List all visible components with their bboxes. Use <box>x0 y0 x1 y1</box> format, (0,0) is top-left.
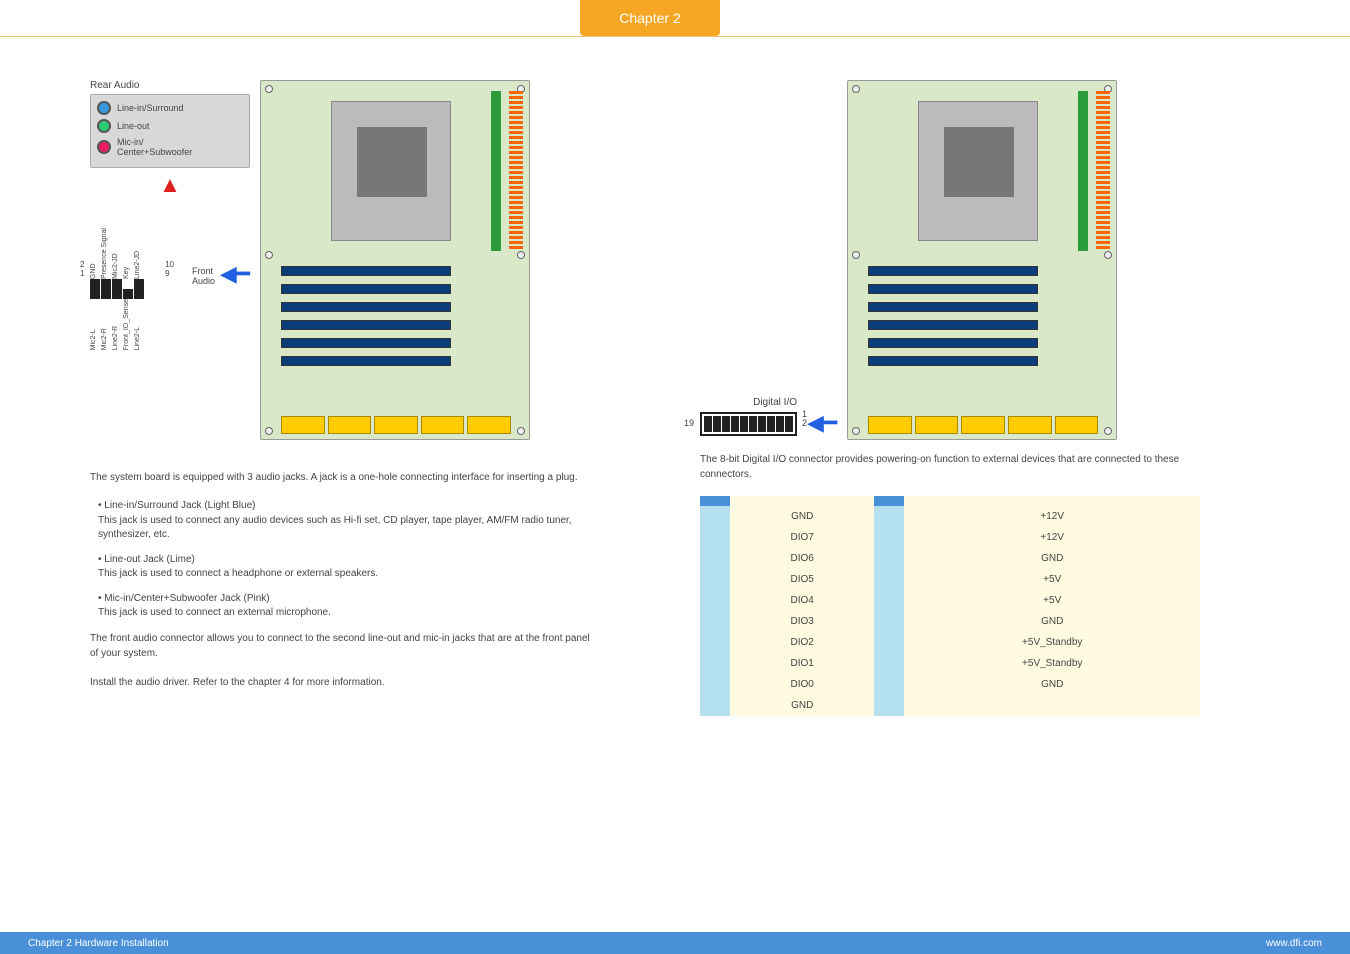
motherboard-diagram <box>260 80 530 440</box>
page-footer: Chapter 2 Hardware Installation www.dfi.… <box>0 932 1350 954</box>
jack-lineout-row: Line-out <box>97 119 243 133</box>
bullet-linein-title: Line-in/Surround Jack (Light Blue) <box>104 500 255 511</box>
bullet-linein-body: This jack is used to connect any audio d… <box>98 515 572 541</box>
cpu-socket-icon <box>331 101 451 241</box>
fa-pin-row-bot <box>90 289 160 299</box>
jack-micin-row: Mic-in/ Center+Subwoofer <box>97 137 243 157</box>
dimm-icon <box>1078 91 1088 251</box>
dio-diagram-wrap: Digital I/O 19 1 2 ◀━ <box>700 80 1200 440</box>
fa-num-9: 9 <box>165 269 174 278</box>
rear-audio-box: Rear Audio Line-in/Surround Line-out Mic… <box>90 80 250 350</box>
pci-slots-icon <box>281 266 451 416</box>
table-row: DIO4+5V <box>700 590 1200 611</box>
motherboard-diagram <box>847 80 1117 440</box>
rear-audio-title: Rear Audio <box>90 80 250 91</box>
fa-pin-mic2r: Mic2-R <box>101 299 111 350</box>
jack-linein-icon <box>97 101 111 115</box>
list-item: Line-out Jack (Lime) This jack is used to… <box>98 553 590 582</box>
ram-slots-icon <box>1096 91 1110 251</box>
dio-connector-box: Digital I/O 19 1 2 <box>700 397 797 440</box>
fa-pin-frontio: Front_IO_Sense <box>123 299 133 350</box>
fa-labels-top: GND Presence Signal Mic2-JD Key Line2-JD <box>90 228 160 279</box>
fa-pin-presence: Presence Signal <box>101 228 111 279</box>
fa-num-2: 2 <box>80 260 84 269</box>
table-row: DIO6GND <box>700 548 1200 569</box>
bullet-micin-body: This jack is used to connect an external… <box>98 607 331 618</box>
front-audio-connector: GND Presence Signal Mic2-JD Key Line2-JD… <box>90 228 160 350</box>
ram-slots-icon <box>509 91 523 251</box>
fa-pin-line2jd: Line2-JD <box>134 228 144 279</box>
fa-pin-line2r: Line2-R <box>112 299 122 350</box>
bullet-lineout-body: This jack is used to connect a headphone… <box>98 568 378 579</box>
dio-pins: 19 1 2 <box>700 412 797 436</box>
table-row: GND+12V <box>700 506 1200 527</box>
io-strip-icon <box>868 416 1098 434</box>
jack-linein-row: Line-in/Surround <box>97 101 243 115</box>
footer-right: www.dfi.com <box>1266 938 1322 949</box>
io-strip-icon <box>281 416 511 434</box>
jack-descriptions: Line-in/Surround Jack (Light Blue) This j… <box>90 499 590 621</box>
jack-lineout-icon <box>97 119 111 133</box>
arrow-left-icon: ◀━ <box>807 410 837 436</box>
pci-slots-icon <box>868 266 1038 416</box>
jack-micin-icon <box>97 140 111 154</box>
fa-pin-key: Key <box>123 228 133 279</box>
fa-pin-mic2jd: Mic2-JD <box>112 228 122 279</box>
fa-labels-bot: Mic2-L Mic2-R Line2-R Front_IO_Sense Lin… <box>90 299 160 350</box>
fa-pin-gnd: GND <box>90 228 100 279</box>
chapter-banner: Chapter 2 <box>0 0 1350 44</box>
rear-audio-intro: The system board is equipped with 3 audi… <box>90 470 590 485</box>
jack-linein-label: Line-in/Surround <box>117 103 184 113</box>
table-row: DIO7+12V <box>700 527 1200 548</box>
dio-description: The 8-bit Digital I/O connector provides… <box>700 452 1200 482</box>
table-row: GND <box>700 695 1200 716</box>
fa-pin-row-top <box>90 279 160 289</box>
table-row: DIO2+5V_Standby <box>700 632 1200 653</box>
dio-num-19: 19 <box>684 418 694 428</box>
fa-pin-line2l: Line2-L <box>134 299 144 350</box>
bullet-micin-title: Mic-in/Center+Subwoofer Jack (Pink) <box>104 593 269 604</box>
chapter-tab: Chapter 2 <box>580 0 720 36</box>
arrow-left-icon: ◀━ <box>220 261 250 287</box>
footer-left: Chapter 2 Hardware Installation <box>28 938 169 949</box>
table-row: DIO0GND <box>700 674 1200 695</box>
list-item: Mic-in/Center+Subwoofer Jack (Pink) This … <box>98 592 590 621</box>
front-audio-label: Front Audio <box>192 266 215 286</box>
arrow-up-icon: ▲ <box>90 172 250 198</box>
fa-num-1: 1 <box>80 269 84 278</box>
fa-num-right: 10 9 <box>165 260 174 278</box>
dio-title: Digital I/O <box>700 397 797 408</box>
fa-pin-mic2l: Mic2-L <box>90 299 100 350</box>
fa-num-10: 10 <box>165 260 174 269</box>
audio-diagram-wrap: Rear Audio Line-in/Surround Line-out Mic… <box>90 80 590 440</box>
front-audio-desc: The front audio connector allows you to … <box>90 631 590 661</box>
driver-note: Install the audio driver. Refer to the c… <box>90 675 590 690</box>
dio-pinout-table: GND+12V DIO7+12V DIO6GND DIO5+5V DIO4+5V… <box>700 496 1200 716</box>
right-column: Digital I/O 19 1 2 ◀━ <box>700 80 1200 716</box>
cpu-socket-icon <box>918 101 1038 241</box>
jack-micin-label: Mic-in/ Center+Subwoofer <box>117 137 192 157</box>
table-row: DIO5+5V <box>700 569 1200 590</box>
table-row: DIO1+5V_Standby <box>700 653 1200 674</box>
dimm-icon <box>491 91 501 251</box>
table-row: DIO3GND <box>700 611 1200 632</box>
left-column: Rear Audio Line-in/Surround Line-out Mic… <box>90 80 590 704</box>
jack-lineout-label: Line-out <box>117 121 150 131</box>
banner-rule <box>0 36 1350 37</box>
rear-audio-jacks: Line-in/Surround Line-out Mic-in/ Center… <box>90 94 250 168</box>
dio-num-12: 1 2 <box>802 410 807 428</box>
dio-num-2: 2 <box>802 419 807 428</box>
list-item: Line-in/Surround Jack (Light Blue) This j… <box>98 499 590 543</box>
fa-num-left: 2 1 <box>80 260 84 278</box>
table-row <box>700 496 1200 506</box>
bullet-lineout-title: Line-out Jack (Lime) <box>104 554 195 565</box>
